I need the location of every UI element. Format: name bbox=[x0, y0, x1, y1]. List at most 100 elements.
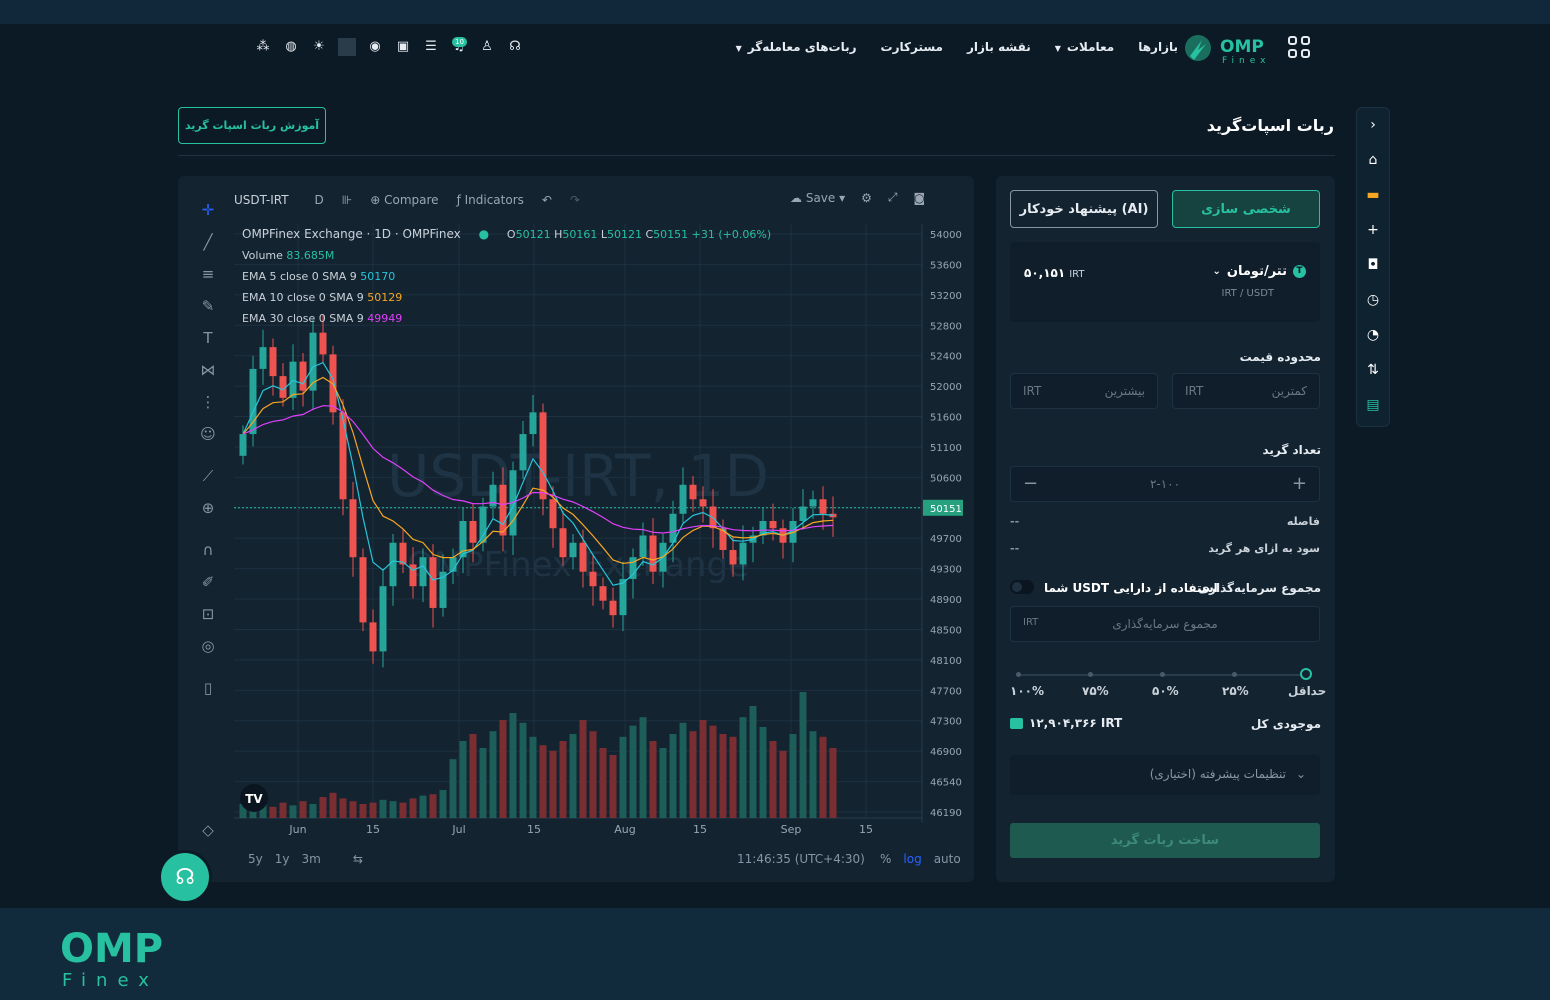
candle-body bbox=[399, 542, 407, 565]
range-1y[interactable]: 1y bbox=[275, 852, 290, 866]
fullscreen-icon[interactable]: ⤢ bbox=[888, 190, 898, 205]
gauge-icon[interactable]: ◉ bbox=[366, 38, 384, 56]
text-tool-icon[interactable]: T bbox=[196, 322, 220, 354]
wallet-icon[interactable]: ▣ bbox=[394, 38, 412, 56]
scale-percent[interactable]: % bbox=[880, 852, 891, 866]
ticket-icon[interactable]: ▬ bbox=[1357, 178, 1389, 213]
footer-logo[interactable]: OMP Finex bbox=[60, 928, 180, 998]
globe-icon[interactable]: ◍ bbox=[282, 38, 300, 56]
pattern-icon[interactable]: ⋈ bbox=[196, 354, 220, 386]
sort-icon[interactable]: ⇅ bbox=[1357, 353, 1389, 388]
candle-body bbox=[319, 332, 327, 355]
candle-body bbox=[549, 499, 557, 529]
magnet-icon[interactable]: ∩ bbox=[196, 534, 220, 566]
redo-icon[interactable]: ↷ bbox=[570, 193, 580, 207]
pie-chart-icon[interactable]: ◔ bbox=[1357, 318, 1389, 353]
nav-link-heatmap[interactable]: نقشه بازار bbox=[967, 40, 1031, 54]
indicators-button[interactable]: ƒ Indicators bbox=[457, 193, 524, 207]
investment-slider[interactable] bbox=[1016, 668, 1312, 680]
pair-selector[interactable]: T تتر/تومان ⌄ IRT / USDT ۵۰,۱۵۱ IRT bbox=[1010, 242, 1320, 322]
omp-logo[interactable]: OMP Finex bbox=[1184, 32, 1274, 66]
headset-icon: ☊ bbox=[175, 864, 195, 890]
ruler-icon[interactable]: ⟋ bbox=[196, 460, 220, 492]
candle-type-icon[interactable]: ⊪ bbox=[342, 193, 352, 207]
orders-icon[interactable]: ☰ bbox=[422, 38, 440, 56]
nav-link-markets[interactable]: بازارها bbox=[1138, 40, 1178, 54]
candle-body bbox=[459, 521, 467, 558]
brush-icon[interactable]: ✎ bbox=[196, 290, 220, 322]
plus-icon[interactable]: + bbox=[1292, 473, 1307, 494]
y-tick-label: 53600 bbox=[930, 260, 962, 271]
use-usdt-toggle[interactable] bbox=[1010, 580, 1034, 594]
apps-grid-icon[interactable] bbox=[1288, 36, 1310, 58]
y-tick-label: 52000 bbox=[930, 382, 962, 393]
eye-icon[interactable]: ◎ bbox=[196, 630, 220, 662]
volume-bar bbox=[809, 731, 817, 818]
sun-icon[interactable]: ☀ bbox=[310, 38, 328, 56]
legend-header: OMPFinex Exchange · 1D · OMPFinex ● O501… bbox=[242, 227, 772, 241]
crosshair-icon[interactable]: ✛ bbox=[196, 194, 220, 226]
lock-drawing-icon[interactable]: ✐ bbox=[196, 566, 220, 598]
volume-bar bbox=[459, 741, 467, 818]
grid-count-label: تعداد گرید bbox=[1262, 443, 1321, 457]
undo-icon[interactable]: ↶ bbox=[542, 193, 552, 207]
symbol-label[interactable]: USDT-IRT bbox=[234, 193, 289, 207]
candle-body bbox=[369, 622, 377, 652]
nav-link-mastercard[interactable]: مسترکارت bbox=[881, 40, 943, 54]
x-tick-label: Aug bbox=[614, 823, 635, 836]
chart-card-icon[interactable]: ▤ bbox=[1357, 388, 1389, 423]
interval-label[interactable]: D bbox=[315, 193, 324, 207]
lock-icon[interactable]: ⊡ bbox=[196, 598, 220, 630]
investment-input[interactable]: IRT مجموع سرمایه‌گذاری bbox=[1010, 606, 1320, 642]
home-icon[interactable]: ⌂ bbox=[1357, 143, 1389, 178]
use-usdt-label: استفاده از دارایی USDT شما bbox=[1044, 581, 1218, 595]
trash-icon[interactable]: ▯ bbox=[196, 672, 220, 704]
support-chat-button[interactable]: ☊ bbox=[158, 850, 212, 904]
nav-links: بازارها معاملات▼ نقشه بازار مسترکارت ربا… bbox=[736, 40, 1178, 54]
emoji-icon[interactable]: ☺ bbox=[196, 418, 220, 450]
headset-icon[interactable]: ☊ bbox=[506, 38, 524, 56]
volume-bar bbox=[279, 802, 287, 818]
scale-auto[interactable]: auto bbox=[934, 852, 961, 866]
zoom-in-icon[interactable]: ⊕ bbox=[196, 492, 220, 524]
create-bot-button[interactable]: ساخت ربات گرید bbox=[1010, 823, 1320, 858]
volume-bar bbox=[399, 802, 407, 818]
arrange-icon[interactable]: ⁂ bbox=[254, 38, 272, 56]
min-price-input[interactable]: IRT کمترین bbox=[1172, 373, 1320, 409]
advanced-settings[interactable]: ⌄تنظیمات پیشرفته (اختیاری) bbox=[1010, 755, 1320, 795]
projection-icon[interactable]: ⋮ bbox=[196, 386, 220, 418]
volume-bar bbox=[539, 745, 547, 818]
scale-log[interactable]: log bbox=[903, 852, 921, 866]
logo-subtext: Finex bbox=[1222, 56, 1270, 66]
camera-icon[interactable]: ◙ bbox=[914, 191, 926, 205]
tutorial-button[interactable]: آموزش ربات اسپات گرید bbox=[178, 107, 326, 144]
settings-icon[interactable]: ⚙ bbox=[861, 191, 872, 205]
tab-custom[interactable]: شخصی سازی bbox=[1172, 190, 1320, 228]
robot-icon[interactable]: ◘ bbox=[1357, 248, 1389, 283]
range-buttons: 5y 1y 3m ⇆ bbox=[248, 852, 363, 866]
tab-ai[interactable]: پیشنهاد خودکار (AI) bbox=[1010, 190, 1158, 228]
chart-watermark-sub: OMPFinex Exchange bbox=[407, 545, 749, 585]
compare-button[interactable]: ⊕ Compare bbox=[370, 193, 438, 207]
layers-icon[interactable]: ◇ bbox=[196, 814, 220, 846]
max-price-input[interactable]: IRT بیشترین bbox=[1010, 373, 1158, 409]
date-range-icon[interactable]: ⇆ bbox=[353, 852, 363, 866]
candle-body bbox=[729, 549, 737, 565]
range-5y[interactable]: 5y bbox=[248, 852, 263, 866]
candle-body bbox=[699, 499, 707, 507]
nav-link-trades[interactable]: معاملات▼ bbox=[1055, 40, 1114, 54]
user-icon[interactable]: ♙ bbox=[478, 38, 496, 56]
candle-body bbox=[379, 586, 387, 652]
slider-knob[interactable] bbox=[1300, 668, 1312, 680]
grid-count-stepper[interactable]: − ۲-۱۰۰ + bbox=[1010, 466, 1320, 502]
trendline-icon[interactable]: ╱ bbox=[196, 226, 220, 258]
pair-subtitle: IRT / USDT bbox=[1221, 288, 1274, 299]
nav-link-trading-bots[interactable]: ربات‌های معامله‌گر▼ bbox=[736, 40, 857, 54]
plus-icon[interactable]: + bbox=[1357, 213, 1389, 248]
chevron-down-icon: ⌄ bbox=[1295, 767, 1306, 781]
fib-icon[interactable]: ≡ bbox=[196, 258, 220, 290]
clock-icon[interactable]: ◷ bbox=[1357, 283, 1389, 318]
range-3m[interactable]: 3m bbox=[302, 852, 321, 866]
save-button[interactable]: ☁ Save ▾ bbox=[790, 191, 845, 205]
chevron-right-icon[interactable]: › bbox=[1357, 108, 1389, 143]
